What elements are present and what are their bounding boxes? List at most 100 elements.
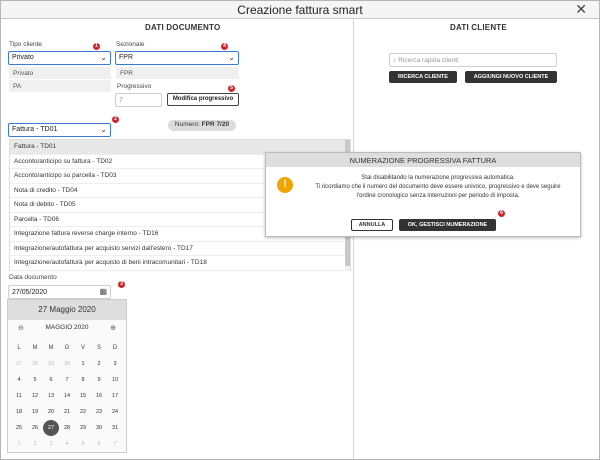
- calendar-day[interactable]: 11: [11, 388, 27, 404]
- chevron-down-icon: ⌄: [228, 53, 235, 62]
- calendar-day[interactable]: 28: [59, 420, 75, 436]
- calendar-day[interactable]: 16: [91, 388, 107, 404]
- calendar-day[interactable]: 3: [107, 356, 123, 372]
- calendar-day[interactable]: 4: [11, 372, 27, 388]
- step-marker-2: 2: [112, 116, 119, 123]
- calendar-day[interactable]: 28: [27, 356, 43, 372]
- calendar-week: 18 19 20 21 22 23 24: [11, 404, 123, 420]
- calendar-day[interactable]: 10: [107, 372, 123, 388]
- calendar-day[interactable]: 17: [107, 388, 123, 404]
- tipo-cliente-value: Privato: [12, 54, 34, 61]
- numero-label: Numero:: [174, 121, 200, 128]
- sezionale-option[interactable]: FPR: [116, 67, 239, 80]
- panel-divider: [353, 19, 354, 459]
- modal-line-2: Ti ricordiamo che il numero del document…: [315, 184, 561, 190]
- tipo-cliente-select[interactable]: Privato ⌄: [8, 51, 111, 65]
- calendar-day[interactable]: 23: [91, 404, 107, 420]
- calendar-day[interactable]: 27: [11, 356, 27, 372]
- progressivo-input[interactable]: 7: [115, 93, 162, 107]
- section-title-dati-cliente: DATI CLIENTE: [450, 23, 507, 32]
- calendar-day[interactable]: 13: [43, 388, 59, 404]
- modal-title: NUMERAZIONE PROGRESSIVA FATTURA: [266, 153, 580, 167]
- calendar-day[interactable]: 5: [27, 372, 43, 388]
- calendar-day[interactable]: 6: [91, 436, 107, 452]
- calendar-day[interactable]: 20: [43, 404, 59, 420]
- search-icon: ⌕: [393, 58, 397, 64]
- numero-value: FPR 7/20: [201, 121, 230, 128]
- aggiungi-cliente-button[interactable]: AGGIUNGI NUOVO CLIENTE: [465, 71, 557, 83]
- step-marker-5: 5: [228, 85, 235, 92]
- calendar-dow-row: LMMGVSD: [11, 340, 123, 356]
- calendar-day[interactable]: 7: [107, 436, 123, 452]
- calendar-day[interactable]: 19: [27, 404, 43, 420]
- calendar-day[interactable]: 30: [59, 356, 75, 372]
- calendar-day[interactable]: 7: [59, 372, 75, 388]
- list-item[interactable]: Integrazione/autofattura per acquisto se…: [10, 242, 350, 256]
- sezionale-select[interactable]: FPR ⌄: [115, 51, 239, 65]
- calendar-grid: L M M G V S D 27 28 29 30 1 2 3 4 5 6 7 8 9 10 11 12 13 14 15 16 17…: [11, 340, 123, 452]
- calendar-dow: L: [17, 345, 21, 351]
- calendar-day[interactable]: 24: [107, 404, 123, 420]
- calendar-dow: M: [32, 345, 38, 351]
- data-documento-input[interactable]: 27/05/2020 ▦: [8, 285, 111, 299]
- ricerca-cliente-button[interactable]: RICERCA CLIENTE: [389, 71, 457, 83]
- calendar-day[interactable]: 8: [75, 372, 91, 388]
- close-icon[interactable]: ✕: [575, 1, 587, 18]
- calendar-day[interactable]: 26: [27, 420, 43, 436]
- calendar-day[interactable]: 27: [43, 420, 59, 436]
- calendar-day[interactable]: 9: [91, 372, 107, 388]
- modal-line-3: l'ordine cronologico senza interruzioni …: [356, 193, 520, 199]
- calendar-day[interactable]: 29: [75, 420, 91, 436]
- data-documento-value: 27/05/2020: [12, 289, 48, 296]
- window-title: Creazione fattura smart: [237, 3, 363, 17]
- calendar-day[interactable]: 5: [75, 436, 91, 452]
- calendar-day[interactable]: 22: [75, 404, 91, 420]
- step-marker-6: 6: [498, 210, 505, 217]
- modal-line-1: Stai disabilitando la numerazione progre…: [361, 175, 515, 181]
- calendar-day[interactable]: 29: [43, 356, 59, 372]
- calendar-day[interactable]: 12: [27, 388, 43, 404]
- step-marker-3: 3: [118, 281, 125, 288]
- calendar-day[interactable]: 18: [11, 404, 27, 420]
- calendar-week: 25 26 27 28 29 30 31: [11, 420, 123, 436]
- calendar-day[interactable]: 1: [11, 436, 27, 452]
- step-marker-1: 1: [93, 43, 100, 50]
- window: Creazione fattura smart ✕ DATI DOCUMENTO…: [0, 0, 600, 460]
- calendar-day[interactable]: 31: [107, 420, 123, 436]
- calendar-week: 4 5 6 7 8 9 10: [11, 372, 123, 388]
- chevron-down-icon: ⌄: [100, 125, 107, 134]
- calendar-dow: S: [96, 345, 101, 351]
- calendar-day[interactable]: 6: [43, 372, 59, 388]
- list-item[interactable]: Integrazione/autofattura per acquisto di…: [10, 256, 350, 271]
- tipo-documento-select[interactable]: Fattura - TD01 ⌄: [8, 123, 111, 137]
- calendar-dow: D: [112, 345, 118, 351]
- tipo-documento-value: Fattura - TD01: [12, 126, 58, 133]
- calendar-week: 27 28 29 30 1 2 3: [11, 356, 123, 372]
- calendar-day[interactable]: 25: [11, 420, 27, 436]
- calendar-day[interactable]: 3: [43, 436, 59, 452]
- calendar-dow: G: [64, 345, 70, 351]
- search-placeholder: Ricerca rapida clienti: [398, 57, 459, 64]
- calendar-day[interactable]: 2: [27, 436, 43, 452]
- date-picker: 27 Maggio 2020 ⊖ MAGGIO 2020 ⊕ L M M G V S D 27…: [7, 299, 127, 453]
- calendar-day[interactable]: 21: [59, 404, 75, 420]
- gestisci-numerazione-button[interactable]: OK, GESTISCI NUMERAZIONE: [399, 219, 496, 231]
- chevron-down-icon: ⌄: [100, 53, 107, 62]
- calendar-day[interactable]: 30: [91, 420, 107, 436]
- warning-icon: !: [277, 177, 293, 193]
- calendar-day[interactable]: 1: [75, 356, 91, 372]
- calendar-day[interactable]: 4: [59, 436, 75, 452]
- tipo-cliente-option[interactable]: PA: [9, 80, 111, 93]
- calendar-week: 1234567: [11, 436, 123, 452]
- numero-badge: Numero: FPR 7/20: [168, 120, 236, 131]
- calendar-day[interactable]: 15: [75, 388, 91, 404]
- calendar-day[interactable]: 2: [91, 356, 107, 372]
- annulla-button[interactable]: ANNULLA: [351, 219, 393, 231]
- next-month-icon[interactable]: ⊕: [110, 324, 116, 332]
- modifica-progressivo-button[interactable]: Modifica progressivo: [167, 93, 239, 106]
- calendar-day[interactable]: 14: [59, 388, 75, 404]
- calendar-icon[interactable]: ▦: [99, 287, 107, 296]
- numerazione-modal: NUMERAZIONE PROGRESSIVA FATTURA ! Stai d…: [265, 152, 581, 237]
- search-clienti-input[interactable]: ⌕ Ricerca rapida clienti: [389, 53, 557, 67]
- tipo-cliente-option[interactable]: Privato: [9, 67, 111, 80]
